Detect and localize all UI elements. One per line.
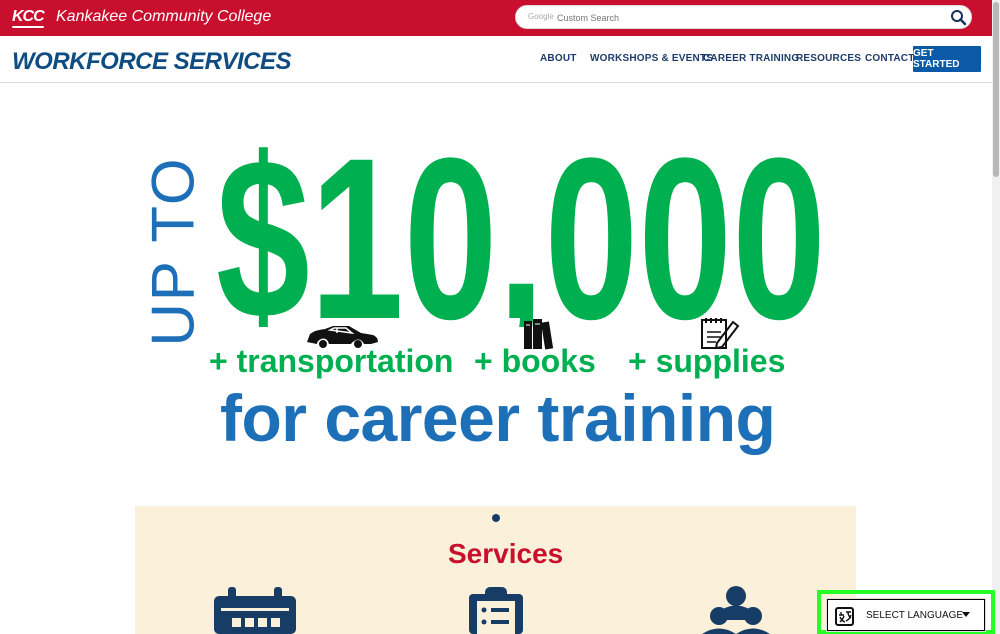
hero-subtitle: for career training bbox=[220, 381, 776, 455]
hero-prefix: UP TO bbox=[139, 156, 207, 347]
get-started-button[interactable]: GET STARTED bbox=[913, 46, 981, 72]
hero-amount: $10,000 bbox=[216, 144, 826, 327]
brand-title[interactable]: WORKFORCE SERVICES bbox=[12, 48, 292, 76]
search-input[interactable] bbox=[557, 9, 937, 26]
services-title: Services bbox=[448, 538, 564, 569]
calendar-icon bbox=[214, 587, 296, 634]
nav-workshops-events[interactable]: WORKSHOPS & EVENTS bbox=[590, 53, 713, 64]
translate-icon bbox=[835, 607, 854, 626]
carousel-dot[interactable] bbox=[492, 514, 500, 522]
dropdown-caret-icon bbox=[962, 612, 970, 617]
hero-extra-supplies: + supplies bbox=[628, 343, 786, 379]
select-language-label: SELECT LANGUAGE bbox=[866, 610, 964, 621]
select-language-button[interactable]: SELECT LANGUAGE bbox=[827, 599, 985, 631]
college-name[interactable]: Kankakee Community College bbox=[56, 8, 271, 26]
hero-extra-books: + books bbox=[474, 343, 596, 379]
kcc-logo[interactable]: KCC bbox=[12, 8, 45, 28]
google-mark: Google bbox=[528, 12, 554, 21]
hero-extra-transportation: + transportation bbox=[209, 343, 454, 379]
scrollbar-thumb[interactable] bbox=[993, 2, 999, 177]
scrollbar[interactable] bbox=[992, 0, 1000, 634]
top-bar: KCC Kankakee Community College Google bbox=[0, 0, 992, 36]
main-navigation: WORKFORCE SERVICES ABOUT WORKSHOPS & EVE… bbox=[0, 36, 992, 83]
people-icon bbox=[702, 586, 770, 634]
search-icon[interactable] bbox=[950, 9, 968, 27]
nav-contact[interactable]: CONTACT bbox=[865, 53, 915, 64]
clipboard-icon bbox=[469, 587, 523, 634]
hero-amount-text: $10,000 bbox=[216, 144, 826, 327]
nav-career-training[interactable]: CAREER TRAINING bbox=[703, 53, 799, 64]
nav-about[interactable]: ABOUT bbox=[540, 53, 577, 64]
search-bar[interactable]: Google bbox=[515, 5, 972, 29]
nav-resources[interactable]: RESOURCES bbox=[796, 53, 861, 64]
